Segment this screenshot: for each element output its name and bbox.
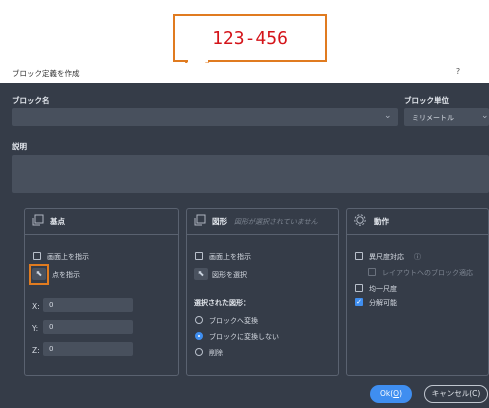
- scale-uniformly-checkbox[interactable]: [355, 284, 363, 292]
- objects-specify-on-screen-label: 画面上を指示: [209, 253, 251, 261]
- objects-specify-on-screen-checkbox[interactable]: [195, 252, 203, 260]
- block-name-label: ブロック名: [12, 96, 50, 105]
- selected-objects-heading: 選択された図形：: [194, 299, 250, 307]
- x-input[interactable]: 0: [43, 298, 133, 312]
- retain-label: ブロックへ変換: [209, 317, 258, 325]
- base-specify-on-screen-label: 画面上を指示: [47, 253, 89, 261]
- select-objects-label: 図形を選択: [212, 271, 247, 279]
- delete-label: 削除: [209, 349, 223, 357]
- allow-explode-label: 分解可能: [369, 299, 397, 307]
- ok-button[interactable]: Ok(O): [370, 385, 412, 403]
- x-value: 0: [49, 301, 54, 309]
- help-button[interactable]: ?: [451, 67, 465, 79]
- ok-mnemonic: O: [393, 389, 400, 398]
- pick-point-label: 点を指示: [52, 271, 80, 279]
- base-point-title: 基点: [50, 217, 65, 226]
- block-unit-select[interactable]: ミリメートル ⌄: [404, 108, 489, 126]
- chevron-down-icon[interactable]: ⌄: [384, 111, 392, 121]
- behavior-header: [347, 209, 488, 235]
- y-label: Y:: [32, 324, 39, 333]
- z-input[interactable]: 0: [43, 342, 133, 356]
- description-input[interactable]: [12, 155, 489, 193]
- description-label: 説明: [12, 142, 27, 151]
- convert-radio[interactable]: [195, 332, 203, 340]
- objects-icon: [194, 214, 206, 226]
- objects-status: 図形が選択されていません: [234, 218, 318, 226]
- callout-text: 123-456: [212, 27, 288, 49]
- z-label: Z:: [32, 346, 40, 355]
- objects-title: 図形: [212, 217, 227, 226]
- match-layout-label: レイアウトへのブロック適応: [382, 269, 473, 277]
- scale-uniformly-label: 均一尺度: [369, 285, 397, 293]
- base-specify-on-screen-checkbox[interactable]: [33, 252, 41, 260]
- pick-point-icon[interactable]: ⬉: [32, 268, 46, 280]
- dialog-title: ブロック定義を作成: [12, 69, 80, 78]
- base-point-icon: [32, 214, 44, 226]
- y-value: 0: [49, 323, 54, 331]
- annotative-label: 異尺度対応: [369, 253, 404, 261]
- callout-box: 123-456: [173, 14, 327, 62]
- base-point-header: [25, 209, 178, 235]
- y-input[interactable]: 0: [43, 320, 133, 334]
- block-unit-value: ミリメートル: [412, 114, 454, 122]
- match-layout-checkbox[interactable]: [368, 268, 376, 276]
- block-name-input[interactable]: ⌄: [12, 108, 398, 126]
- chevron-down-icon[interactable]: ⌄: [481, 111, 489, 121]
- gear-icon: [354, 214, 366, 226]
- delete-radio[interactable]: [195, 348, 203, 356]
- convert-label: ブロックに変換しない: [209, 333, 279, 341]
- allow-explode-checkbox[interactable]: ✓: [355, 298, 363, 306]
- ok-label: Ok(O): [379, 389, 403, 398]
- select-objects-icon[interactable]: ⬉: [194, 268, 208, 280]
- retain-radio[interactable]: [195, 316, 203, 324]
- annotative-checkbox[interactable]: [355, 252, 363, 260]
- info-icon[interactable]: ⓘ: [414, 252, 421, 262]
- cancel-button[interactable]: キャンセル(C): [424, 385, 488, 403]
- behavior-panel: [346, 208, 489, 376]
- z-value: 0: [49, 345, 54, 353]
- x-label: X:: [32, 302, 40, 311]
- behavior-title: 動作: [374, 217, 389, 226]
- block-unit-label: ブロック単位: [404, 96, 449, 105]
